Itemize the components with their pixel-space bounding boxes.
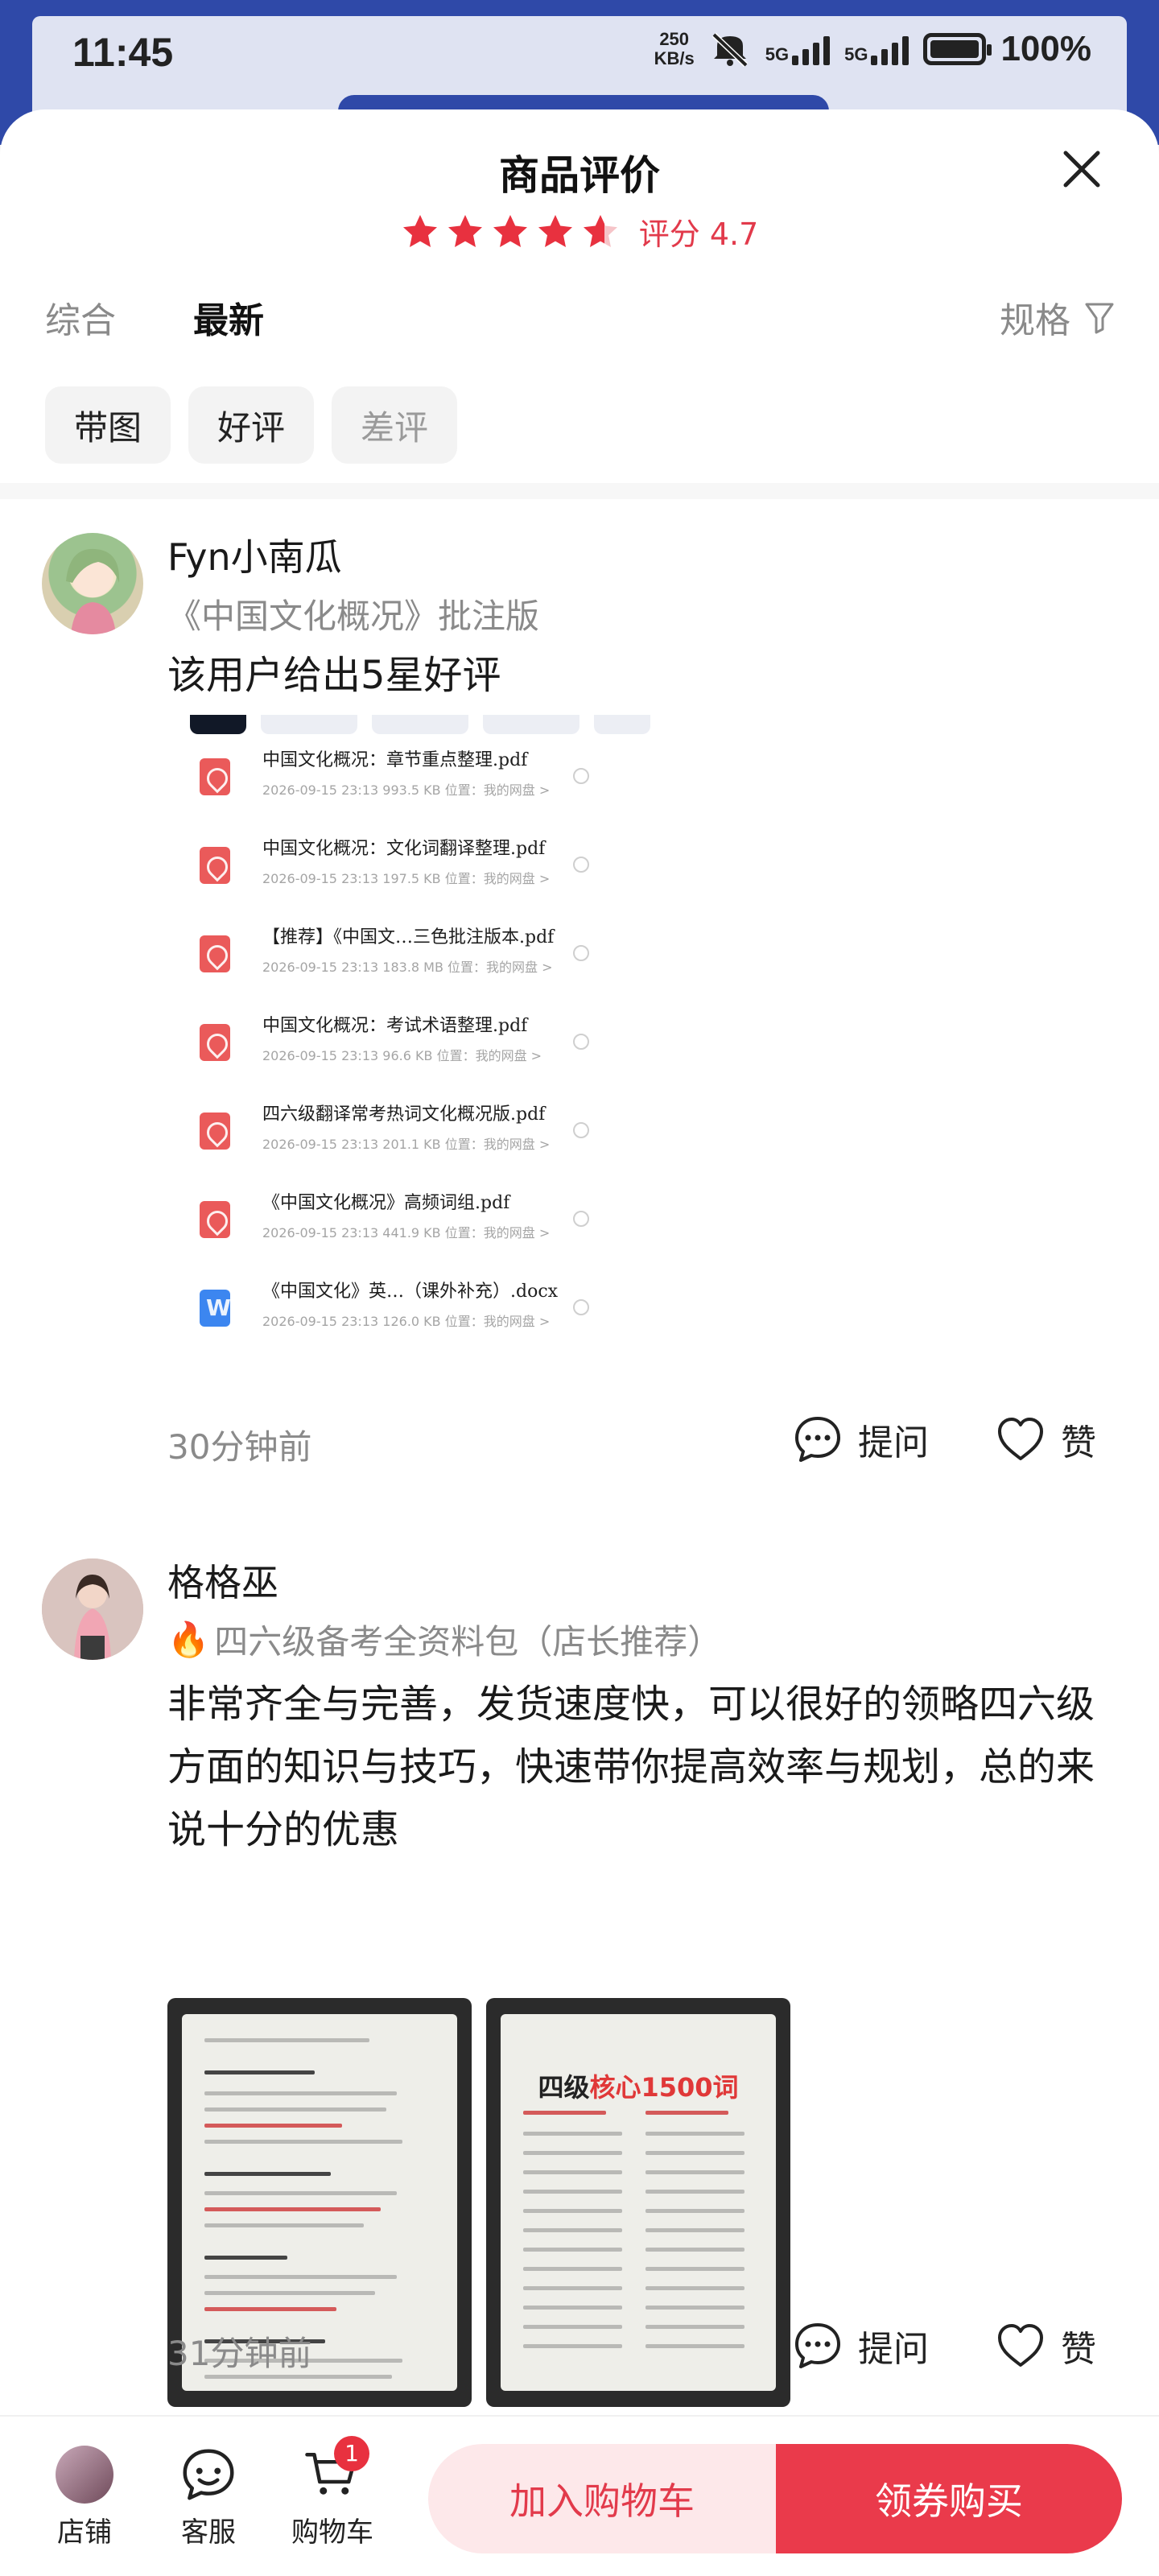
radio-icon	[573, 768, 589, 784]
review-text: 该用户给出5星好评	[167, 653, 501, 698]
radio-icon	[573, 1211, 589, 1227]
radio-icon	[573, 945, 589, 961]
file-row: 【推荐】《中国文…三色批注版本.pdf 2026-09-15 23:13 183…	[167, 908, 666, 997]
review-image-file-list[interactable]: 中国文化概况：章节重点整理.pdf 2026-09-15 23:13 993.5…	[167, 715, 666, 1359]
filter-funnel-icon	[1085, 303, 1114, 334]
signal-sim2: 5G	[844, 33, 909, 65]
file-row: 四六级翻译常考热词文化概况版.pdf 2026-09-15 23:13 201.…	[167, 1085, 666, 1174]
battery-icon	[923, 33, 992, 65]
battery-percent: 100%	[1000, 29, 1091, 68]
tab-comprehensive[interactable]: 综合	[45, 291, 116, 343]
status-icons: 250 KB/s 5G 5G 100%	[654, 29, 1091, 69]
like-button[interactable]: 赞	[995, 1414, 1096, 1465]
photo-heading: 四级核心1500词	[538, 2072, 739, 2103]
chip-positive[interactable]: 好评	[188, 386, 315, 464]
file-row: 《中国文化概况》高频词组.pdf 2026-09-15 23:13 441.9 …	[167, 1174, 666, 1262]
tab-latest[interactable]: 最新	[193, 291, 264, 343]
cart-badge: 1	[334, 2436, 369, 2471]
radio-icon	[573, 1122, 589, 1138]
spec-filter-label: 规格	[1000, 300, 1070, 341]
net-speed: 250 KB/s	[654, 29, 695, 68]
rating-stars	[401, 213, 620, 251]
sheet-title: 商品评价	[499, 152, 660, 199]
heart-icon	[998, 1418, 1043, 1460]
pdf-file-icon	[200, 935, 230, 972]
spec-filter-button[interactable]: 规格	[1000, 291, 1116, 343]
close-icon[interactable]	[1059, 147, 1104, 192]
fire-icon: 🔥	[167, 1619, 210, 1659]
ask-button[interactable]: 提问	[792, 2320, 929, 2372]
reviewer-name: 格格巫	[167, 1561, 278, 1604]
rating-summary: 评分 4.7	[0, 209, 1159, 254]
chat-bubble-icon	[795, 1417, 840, 1462]
star-full-icon	[493, 214, 527, 247]
buy-with-coupon-button[interactable]: 领券购买	[776, 2444, 1122, 2553]
star-full-icon	[538, 214, 572, 247]
product-variant: 🔥 四六级备考全资料包（店长推荐）	[167, 1619, 722, 1662]
star-full-icon	[448, 214, 482, 247]
review-sheet: 商品评价 评分 4.7 综合 最新 规格 带图 好评 差评 Fyn小南瓜 《中国…	[0, 109, 1159, 2415]
filter-chips: 带图 好评 差评	[45, 386, 458, 464]
status-time: 11:45	[72, 30, 174, 75]
signal-bars-icon	[871, 33, 909, 65]
reviewer-name: Fyn小南瓜	[167, 535, 342, 579]
chip-negative[interactable]: 差评	[332, 386, 458, 464]
radio-icon	[573, 1034, 589, 1050]
radio-icon	[573, 1299, 589, 1315]
file-row: 中国文化概况：考试术语整理.pdf 2026-09-15 23:13 96.6 …	[167, 997, 666, 1085]
sort-tabs: 综合 最新 规格	[45, 291, 1116, 348]
customer-service-icon	[183, 2449, 234, 2500]
avatar[interactable]	[42, 533, 143, 634]
heart-icon	[998, 2324, 1043, 2367]
word-file-icon	[200, 1290, 231, 1327]
avatar-illustration-icon	[66, 548, 120, 634]
review-text: 非常齐全与完善，发货速度快，可以很好的领略四六级方面的知识与技巧，快速带你提高效…	[167, 1682, 1095, 1852]
pdf-file-icon	[200, 847, 230, 884]
file-row: 中国文化概况：章节重点整理.pdf 2026-09-15 23:13 993.5…	[167, 731, 666, 819]
product-variant: 《中国文化概况》批注版	[167, 597, 540, 636]
radio-icon	[573, 857, 589, 873]
file-row: 中国文化概况：文化词翻译整理.pdf 2026-09-15 23:13 197.…	[167, 819, 666, 908]
shop-avatar-icon	[56, 2446, 113, 2504]
status-bar: 11:45 250 KB/s 5G 5G 100%	[0, 0, 1159, 105]
add-to-cart-button[interactable]: 加入购物车	[428, 2444, 776, 2553]
pdf-file-icon	[200, 1113, 230, 1150]
like-button[interactable]: 赞	[995, 2320, 1096, 2372]
chat-bubble-icon	[795, 2323, 840, 2368]
mute-icon	[711, 32, 749, 67]
file-row: 《中国文化》英…（课外补充）.docx 2026-09-15 23:13 126…	[167, 1262, 666, 1351]
chip-with-photos[interactable]: 带图	[45, 386, 171, 464]
signal-sim1: 5G	[765, 33, 831, 65]
star-full-icon	[402, 214, 437, 247]
avatar-photo-icon	[42, 1558, 143, 1660]
review-photo[interactable]: 四级核心1500词	[486, 1998, 790, 2407]
star-partial-icon	[583, 214, 617, 247]
signal-bars-icon	[792, 33, 831, 65]
review-time: 30分钟前	[167, 1427, 312, 1467]
bottom-action-bar: 店铺 客服 1 购物车 加入购物车 领券购买	[0, 2415, 1159, 2576]
pdf-file-icon	[200, 758, 230, 795]
section-divider	[0, 483, 1159, 499]
rating-score: 评分 4.7	[638, 217, 759, 252]
avatar[interactable]	[42, 1558, 143, 1660]
pdf-file-icon	[200, 1024, 230, 1061]
pdf-file-icon	[200, 1201, 230, 1238]
cart-button[interactable]: 1 购物车	[280, 2436, 385, 2549]
shop-button[interactable]: 店铺	[32, 2446, 137, 2549]
review-time: 31分钟前	[167, 2334, 312, 2373]
ask-button[interactable]: 提问	[792, 1414, 929, 1465]
customer-service-button[interactable]: 客服	[156, 2446, 261, 2549]
